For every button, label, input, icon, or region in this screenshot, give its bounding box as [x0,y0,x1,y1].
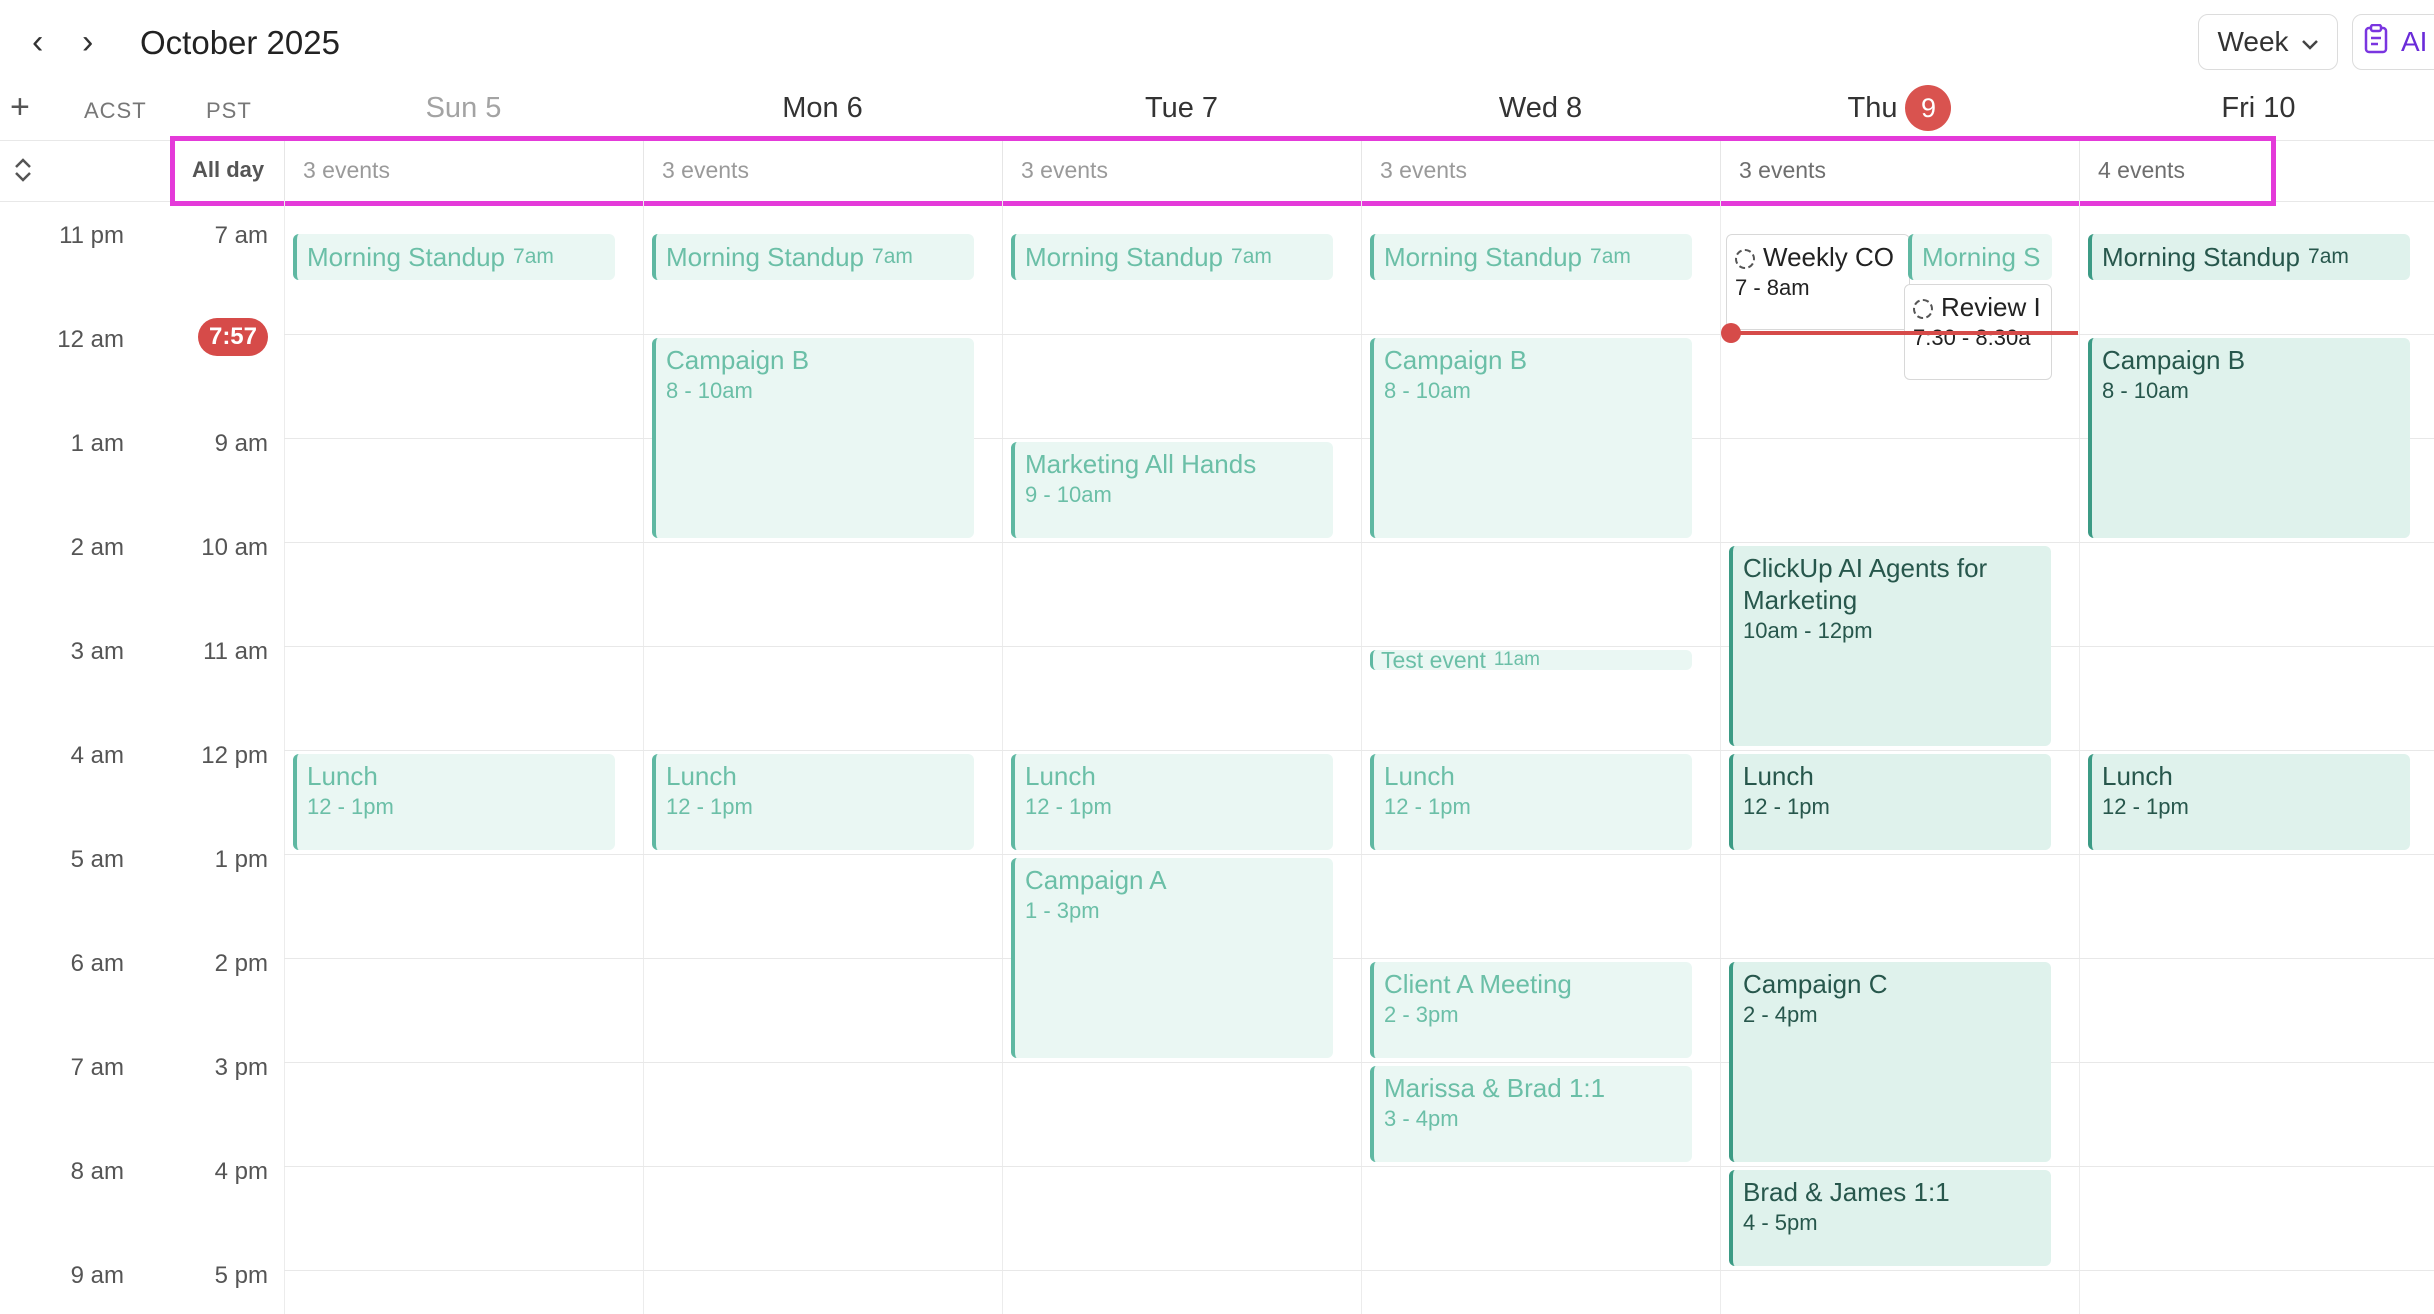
prev-week-button[interactable]: ‹ [32,22,43,62]
pst-time-label: 1 pm [214,846,268,873]
hour-line [284,958,2434,959]
event-morning-standup[interactable]: Morning Standup 7am [1011,234,1333,280]
event-lunch[interactable]: Lunch 12 - 1pm [1729,754,2051,850]
event-campaign-a[interactable]: Campaign A1 - 3pm [1011,858,1333,1058]
pst-time-label: 3 pm [214,1054,268,1081]
event-test-event[interactable]: Test event 11am [1370,650,1692,670]
event-campaign-b[interactable]: Campaign B8 - 10am [652,338,974,538]
event-campaign-c[interactable]: Campaign C2 - 4pm [1729,962,2051,1162]
hour-line [284,1270,2434,1271]
today-badge: 9 [1905,85,1952,131]
acst-time-label: 3 am [70,638,124,665]
pst-time-label: 7 am [214,222,268,249]
day-header-thu[interactable]: Thu 9 [1720,85,2079,131]
event-morning-standup[interactable]: Morning S [1908,234,2052,280]
ai-clipboard-icon [2363,23,2391,61]
event-marissa-brad-1on1[interactable]: Marissa & Brad 1:1 3 - 4pm [1370,1066,1692,1162]
day-header-tue[interactable]: Tue 7 [1002,88,1361,128]
grid-divider [643,200,644,1314]
acst-time-label: 2 am [70,534,124,561]
hour-line [284,854,2434,855]
acst-time-label: 6 am [70,950,124,977]
grid-divider [1720,200,1721,1314]
event-lunch[interactable]: Lunch 12 - 1pm [652,754,974,850]
event-lunch[interactable]: Lunch 12 - 1pm [293,754,615,850]
pst-time-label: 11 am [203,638,268,665]
acst-time-label: 1 am [70,430,124,457]
pst-time-label: 9 am [214,430,268,457]
acst-time-label: 7 am [70,1054,124,1081]
pst-time-label: 12 pm [201,742,268,769]
day-header-sun[interactable]: Sun 5 [284,88,643,128]
pst-time-label: 10 am [201,534,268,561]
chevron-down-icon [2301,26,2319,58]
current-time-line [1730,331,2078,335]
event-morning-standup[interactable]: Morning Standup 7am [2088,234,2410,280]
hour-line [284,1062,2434,1063]
task-status-icon [1735,249,1755,270]
add-timezone-button[interactable]: + [10,88,30,127]
grid-divider [1002,200,1003,1314]
event-lunch[interactable]: Lunch 12 - 1pm [1011,754,1333,850]
event-weekly-co[interactable]: Weekly CO 7 - 8am [1726,234,1910,330]
event-campaign-b[interactable]: Campaign B8 - 10am [2088,338,2410,538]
event-morning-standup[interactable]: Morning Standup 7am [293,234,615,280]
month-title: October 2025 [140,24,340,61]
day-header-wed[interactable]: Wed 8 [1361,88,1720,128]
pst-time-label: 2 pm [214,950,268,977]
event-morning-standup[interactable]: Morning Standup 7am [652,234,974,280]
next-week-button[interactable]: › [82,22,93,62]
hour-line [284,750,2434,751]
acst-time-label: 8 am [70,1158,124,1185]
event-brad-james-1on1[interactable]: Brad & James 1:1 4 - 5pm [1729,1170,2051,1266]
day-header-fri[interactable]: Fri 10 [2079,88,2434,128]
grid-divider [284,200,285,1314]
view-selector-label: Week [2217,26,2289,57]
day-header-thu-label: Thu [1847,91,1898,124]
timezone-pst-label: PST [206,98,252,123]
timezone-acst-label: ACST [84,98,147,123]
collapse-expand-icon[interactable] [12,156,34,189]
acst-time-label: 12 am [57,326,124,353]
hour-line [284,646,2434,647]
ai-button[interactable]: AI [2352,14,2434,70]
pst-time-label: 5 pm [214,1262,268,1289]
acst-time-label: 5 am [70,846,124,873]
ai-label: AI [2401,26,2428,57]
hour-line [284,542,2434,543]
event-client-a-meeting[interactable]: Client A Meeting 2 - 3pm [1370,962,1692,1058]
event-clickup-ai-agents[interactable]: ClickUp AI Agents for Marketing 10am - 12… [1729,546,2051,746]
event-morning-standup[interactable]: Morning Standup 7am [1370,234,1692,280]
acst-time-label: 4 am [70,742,124,769]
pst-time-label: 4 pm [214,1158,268,1185]
grid-divider [1361,200,1362,1314]
event-marketing-all-hands[interactable]: Marketing All Hands 9 - 10am [1011,442,1333,538]
hour-line [284,1166,2434,1167]
acst-time-label: 11 pm [59,222,124,249]
event-campaign-b[interactable]: Campaign B8 - 10am [1370,338,1692,538]
view-selector-button[interactable]: Week [2198,14,2338,70]
event-lunch[interactable]: Lunch 12 - 1pm [1370,754,1692,850]
event-lunch[interactable]: Lunch 12 - 1pm [2088,754,2410,850]
hour-line [284,334,2434,335]
acst-time-label: 9 am [70,1262,124,1289]
task-status-icon [1913,299,1933,320]
current-time-dot [1721,323,1741,343]
day-header-mon[interactable]: Mon 6 [643,88,1002,128]
all-day-highlight-box [170,136,2276,206]
current-time-badge: 7:57 [198,318,268,356]
grid-divider [2079,200,2080,1314]
